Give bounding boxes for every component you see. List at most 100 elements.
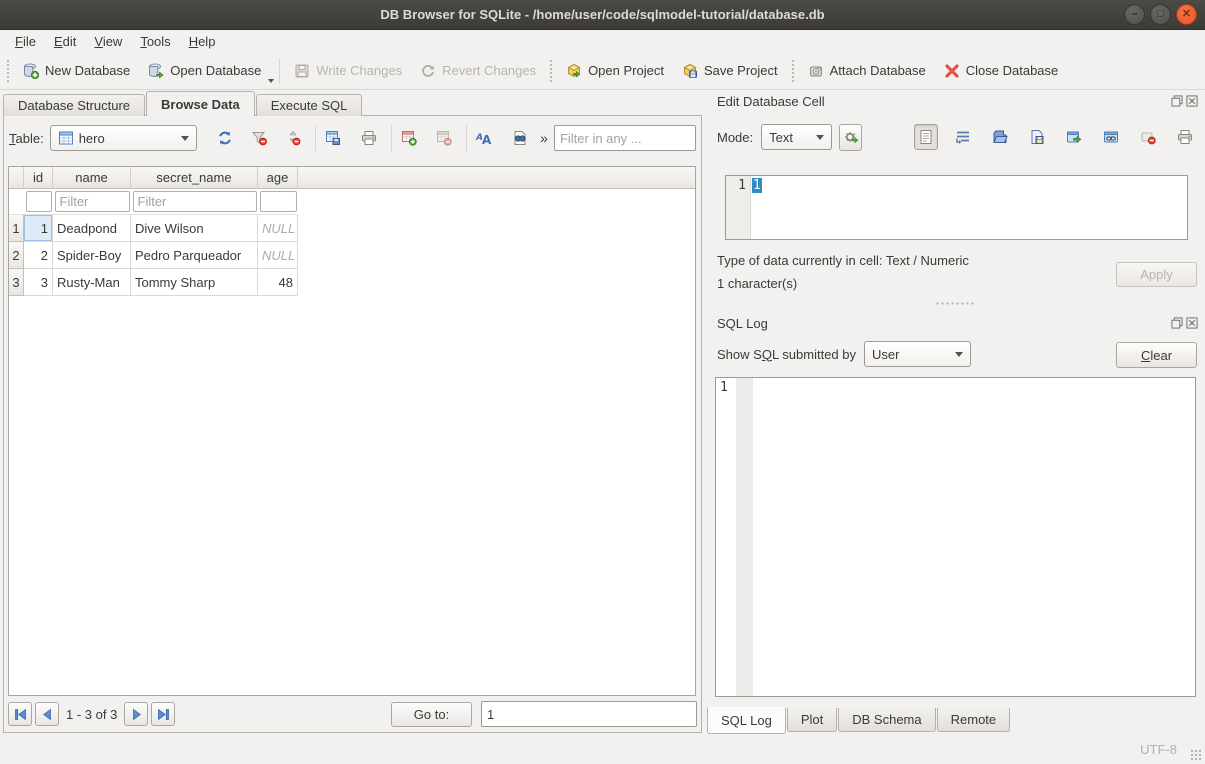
close-panel-icon[interactable] [1186,317,1198,329]
cell-age[interactable]: 48 [258,269,298,296]
tab-browse-data[interactable]: Browse Data [146,91,255,116]
tab-sql-log[interactable]: SQL Log [707,707,786,734]
mode-select[interactable]: Text [761,124,832,150]
cell-secret-name[interactable]: Tommy Sharp [131,269,258,296]
column-header-secret-name[interactable]: secret_name [131,167,258,189]
print-table-button[interactable] [357,125,381,151]
row-header[interactable]: 3 [9,269,24,296]
chevron-down-icon [181,136,189,141]
minimize-button[interactable]: – [1124,4,1145,25]
chevron-down-icon [955,352,963,357]
title-bar: DB Browser for SQLite - /home/user/code/… [0,0,1205,30]
cell-name[interactable]: Spider-Boy [53,242,131,269]
filter-any-input[interactable] [554,125,696,151]
cell-id[interactable]: 3 [24,269,53,296]
log-content[interactable] [753,378,1195,696]
cell-age[interactable]: NULL [258,215,298,242]
tab-db-schema[interactable]: DB Schema [838,708,935,732]
save-table-button[interactable] [321,125,345,151]
menu-help[interactable]: Help [180,32,225,51]
column-header-age[interactable]: age [258,167,298,189]
clear-sorting-button[interactable] [281,125,305,151]
toolbar-drag-handle[interactable] [548,58,554,84]
open-project-button[interactable]: Open Project [557,56,673,86]
float-panel-icon[interactable] [1171,95,1183,107]
cell-id[interactable]: 1 [24,215,53,242]
import-cell-data-button[interactable] [988,124,1012,150]
cell-editor[interactable]: 1 1 [725,175,1188,240]
find-in-table-button[interactable] [508,125,532,151]
cell-secret-name[interactable]: Pedro Parqueador [131,242,258,269]
menu-file[interactable]: File [6,32,45,51]
last-record-icon [157,708,170,721]
table-select[interactable]: hero [50,125,197,151]
sql-log-editor[interactable]: 1 [715,377,1196,697]
text-view-button[interactable] [914,124,938,150]
clear-filters-button[interactable] [247,125,271,151]
goto-button[interactable]: Go to: [391,702,472,727]
right-dock: Edit Database Cell Mode: Text [705,90,1205,735]
menu-edit[interactable]: Edit [45,32,85,51]
column-header-name[interactable]: name [53,167,131,189]
word-wrap-button[interactable] [951,124,975,150]
previous-record-button[interactable] [35,702,59,726]
filter-input-secret-name[interactable] [133,191,257,212]
toolbar-drag-handle[interactable] [5,58,11,84]
cell-name[interactable]: Deadpond [53,215,131,242]
export-cell-data-button[interactable] [1025,124,1049,150]
menu-tools[interactable]: Tools [131,32,179,51]
tab-plot[interactable]: Plot [787,708,837,732]
column-header-id[interactable]: id [24,167,53,189]
goto-input[interactable] [481,701,697,727]
sql-source-select[interactable]: User [864,341,971,367]
next-record-button[interactable] [124,702,148,726]
save-project-button[interactable]: Save Project [673,56,787,86]
auto-mode-button[interactable] [839,124,862,151]
refresh-button[interactable] [213,125,237,151]
menu-view[interactable]: View [85,32,131,51]
cell-secret-name[interactable]: Dive Wilson [131,215,258,242]
set-null-button [1136,124,1160,150]
printer-icon [361,130,377,146]
new-database-label: New Database [45,63,130,78]
clear-log-button[interactable]: Clear [1116,342,1197,368]
new-database-button[interactable]: New Database [14,56,139,86]
close-database-icon [944,63,960,79]
close-database-button[interactable]: Close Database [935,56,1068,86]
filter-input-age[interactable] [260,191,297,212]
new-database-icon [23,63,39,79]
set-null-icon [1140,129,1156,145]
table-select-value: hero [79,131,105,146]
last-record-button[interactable] [151,702,175,726]
cell-age[interactable]: NULL [258,242,298,269]
close-button[interactable]: ✕ [1176,4,1197,25]
dock-splitter-handle[interactable] [935,301,975,307]
open-file-icon [992,129,1008,145]
cell-name[interactable]: Rusty-Man [53,269,131,296]
tab-execute-sql[interactable]: Execute SQL [256,94,363,116]
toolbar-overflow-button[interactable]: » [540,130,548,146]
encoding-indicator[interactable]: UTF-8 [1140,742,1177,757]
toolbar-drag-handle[interactable] [790,58,796,84]
print-cell-button[interactable] [1173,124,1197,150]
cell-editor-value[interactable]: 1 [752,178,762,193]
filter-input-id[interactable] [26,191,52,212]
insert-record-button[interactable] [397,125,421,151]
row-header[interactable]: 2 [9,242,24,269]
open-database-button[interactable]: Open Database [139,56,270,86]
copy-link-button[interactable] [1099,124,1123,150]
maximize-button[interactable]: □ [1150,4,1171,25]
open-database-dropdown-icon[interactable] [268,79,274,83]
resize-grip[interactable] [1190,749,1202,761]
attach-database-button[interactable]: Attach Database [799,56,935,86]
tab-database-structure[interactable]: Database Structure [3,94,145,116]
float-panel-icon[interactable] [1171,317,1183,329]
open-in-external-button[interactable] [1062,124,1086,150]
tab-remote[interactable]: Remote [937,708,1011,732]
cell-id[interactable]: 2 [24,242,53,269]
row-header[interactable]: 1 [9,215,24,242]
first-record-button[interactable] [8,702,32,726]
font-button[interactable]: A A [472,125,496,151]
filter-input-name[interactable] [55,191,130,212]
close-panel-icon[interactable] [1186,95,1198,107]
